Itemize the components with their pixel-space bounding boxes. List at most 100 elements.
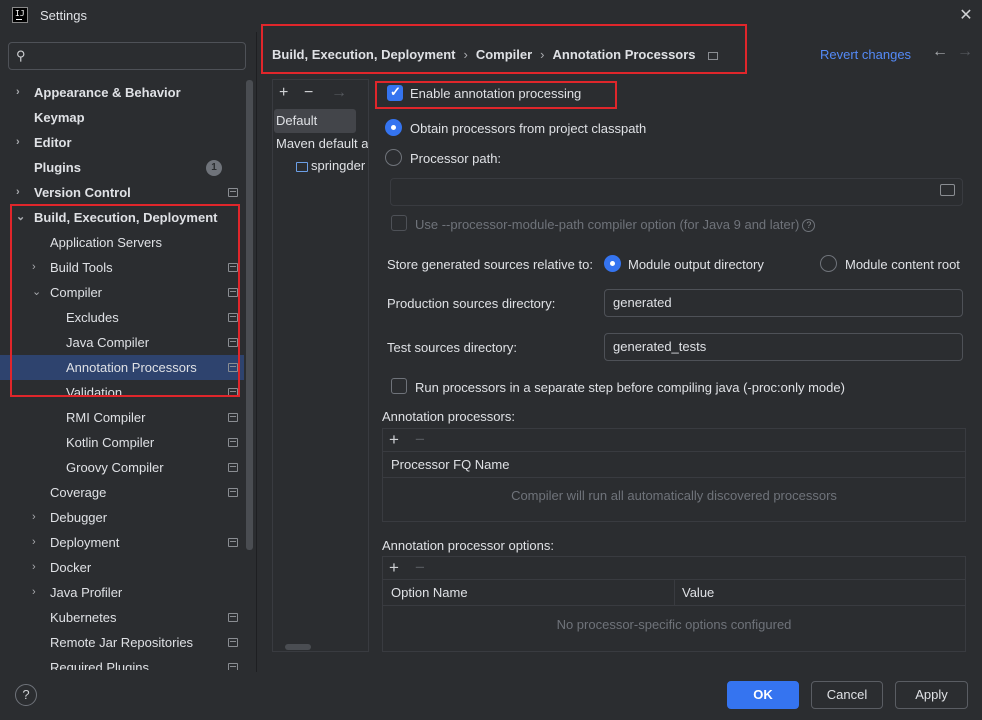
test-dir-field[interactable]: generated_tests bbox=[604, 333, 963, 361]
tree-item[interactable]: › Appearance & Behavior bbox=[0, 80, 244, 105]
remove-profile-button[interactable]: − bbox=[304, 84, 313, 102]
remove-processor-button[interactable]: − bbox=[415, 430, 425, 450]
profiles-hscrollbar[interactable] bbox=[285, 644, 311, 650]
tree-item[interactable]: Required Plugins bbox=[0, 655, 244, 670]
options-toolbar: + − bbox=[383, 557, 965, 580]
tree-item[interactable]: Annotation Processors bbox=[0, 355, 244, 380]
chevron-down-icon[interactable]: ⌄ bbox=[16, 205, 28, 230]
chevron-down-icon[interactable]: ⌄ bbox=[32, 280, 44, 305]
tree-item[interactable]: Groovy Compiler bbox=[0, 455, 244, 480]
tree-item-label: Plugins bbox=[34, 160, 81, 175]
tree-item[interactable]: › Java Profiler bbox=[0, 580, 244, 605]
update-count-badge: 1 bbox=[206, 160, 222, 176]
search-input[interactable]: ⚲ bbox=[8, 42, 246, 70]
tree-item[interactable]: Validation bbox=[0, 380, 244, 405]
tree-item[interactable]: › Debugger bbox=[0, 505, 244, 530]
tree-item[interactable]: › Editor bbox=[0, 130, 244, 155]
tree-item[interactable]: ⌄ Compiler bbox=[0, 280, 244, 305]
help-question-icon[interactable]: ? bbox=[802, 219, 816, 233]
tree-item[interactable]: Java Compiler bbox=[0, 330, 244, 355]
settings-tree: › Appearance & Behavior Keymap › Editor Plugi… bbox=[0, 80, 244, 670]
project-level-icon bbox=[228, 263, 238, 272]
enable-annotation-checkbox[interactable] bbox=[387, 84, 403, 101]
tree-item[interactable]: Kubernetes bbox=[0, 605, 244, 630]
value-column[interactable]: Value bbox=[682, 580, 714, 606]
project-level-icon bbox=[228, 338, 238, 347]
apply-button[interactable]: Apply bbox=[895, 681, 968, 709]
tree-item-label: Kotlin Compiler bbox=[66, 435, 155, 450]
processor-path-radio[interactable] bbox=[385, 149, 402, 166]
close-icon[interactable]: ✕ bbox=[956, 6, 976, 26]
tree-item[interactable]: Excludes bbox=[0, 305, 244, 330]
chevron-right-icon[interactable]: › bbox=[32, 505, 44, 530]
dialog-footer: ? OK Cancel Apply bbox=[0, 672, 982, 720]
project-level-icon bbox=[228, 613, 238, 622]
tree-item[interactable]: Remote Jar Repositories bbox=[0, 630, 244, 655]
project-level-icon bbox=[228, 388, 238, 397]
processor-options-table: + − Option Name Value No processor-speci… bbox=[382, 556, 966, 652]
add-profile-button[interactable]: + bbox=[279, 84, 288, 102]
tree-item[interactable]: › Deployment bbox=[0, 530, 244, 555]
tree-item-label: Compiler bbox=[50, 285, 103, 300]
cancel-button[interactable]: Cancel bbox=[811, 681, 883, 709]
module-path-text: Use --processor-module-path compiler opt… bbox=[415, 217, 800, 232]
tree-item-label: Debugger bbox=[50, 510, 108, 525]
ok-button[interactable]: OK bbox=[727, 681, 799, 709]
profile-item-maven-default[interactable]: Maven default a bbox=[274, 132, 368, 156]
chevron-right-icon[interactable]: › bbox=[32, 580, 44, 605]
project-level-icon bbox=[228, 313, 238, 322]
chevron-right-icon[interactable]: › bbox=[16, 130, 28, 155]
tree-item[interactable]: RMI Compiler bbox=[0, 405, 244, 430]
folder-browse-icon[interactable] bbox=[940, 184, 955, 196]
settings-content: Build, Execution, Deployment › Compiler › An… bbox=[257, 32, 982, 672]
sidebar-scrollbar[interactable] bbox=[246, 80, 253, 550]
intellij-app-icon: IJ bbox=[12, 7, 28, 23]
chevron-right-icon[interactable]: › bbox=[16, 80, 28, 105]
processors-empty-text: Compiler will run all automatically disc… bbox=[511, 488, 837, 503]
remove-option-button[interactable]: − bbox=[415, 558, 425, 578]
chevron-right-icon[interactable]: › bbox=[32, 555, 44, 580]
tree-item-label: RMI Compiler bbox=[66, 410, 146, 425]
tree-item[interactable]: Coverage bbox=[0, 480, 244, 505]
chevron-right-icon[interactable]: › bbox=[32, 255, 44, 280]
tree-item[interactable]: Plugins 1 bbox=[0, 155, 244, 180]
tree-item[interactable]: › Docker bbox=[0, 555, 244, 580]
project-level-icon bbox=[228, 538, 238, 547]
module-output-radio[interactable] bbox=[604, 255, 621, 272]
breadcrumb-item[interactable]: Build, Execution, Deployment bbox=[272, 47, 455, 62]
forward-arrow-icon[interactable]: → bbox=[957, 43, 973, 61]
tree-item[interactable]: ⌄ Build, Execution, Deployment bbox=[0, 205, 244, 230]
tree-item[interactable]: Keymap bbox=[0, 105, 244, 130]
help-icon[interactable]: ? bbox=[15, 684, 37, 706]
separate-step-checkbox[interactable] bbox=[391, 378, 407, 394]
profile-item-default[interactable]: Default bbox=[274, 109, 356, 133]
tree-item[interactable]: Application Servers bbox=[0, 230, 244, 255]
move-profile-button[interactable]: → bbox=[331, 84, 347, 102]
enable-annotation-label: Enable annotation processing bbox=[410, 86, 582, 101]
tree-item[interactable]: Kotlin Compiler bbox=[0, 430, 244, 455]
back-arrow-icon[interactable]: ← bbox=[932, 43, 948, 61]
chevron-right-icon[interactable]: › bbox=[32, 530, 44, 555]
revert-changes-link[interactable]: Revert changes bbox=[820, 47, 911, 62]
project-level-icon bbox=[228, 463, 238, 472]
column-divider[interactable] bbox=[674, 580, 675, 606]
tree-item[interactable]: › Version Control bbox=[0, 180, 244, 205]
chevron-right-icon[interactable]: › bbox=[16, 180, 28, 205]
processor-name-header[interactable]: Processor FQ Name bbox=[383, 452, 965, 478]
tree-item-label: Coverage bbox=[50, 485, 107, 500]
search-icon: ⚲ bbox=[16, 48, 26, 63]
tree-item[interactable]: › Build Tools bbox=[0, 255, 244, 280]
profiles-panel: + − → Default Maven default a springder bbox=[272, 79, 369, 652]
module-path-checkbox[interactable] bbox=[391, 215, 407, 231]
module-output-label: Module output directory bbox=[628, 257, 764, 272]
production-dir-field[interactable]: generated bbox=[604, 289, 963, 317]
processor-path-field[interactable] bbox=[390, 178, 963, 206]
obtain-classpath-radio[interactable] bbox=[385, 119, 402, 136]
add-option-button[interactable]: + bbox=[389, 558, 399, 578]
module-content-radio[interactable] bbox=[820, 255, 837, 272]
breadcrumb-separator: › bbox=[540, 47, 545, 62]
option-name-column[interactable]: Option Name bbox=[391, 580, 468, 606]
profile-module-item[interactable]: springder bbox=[274, 154, 368, 178]
breadcrumb-item[interactable]: Compiler bbox=[476, 47, 532, 62]
add-processor-button[interactable]: + bbox=[389, 430, 399, 450]
